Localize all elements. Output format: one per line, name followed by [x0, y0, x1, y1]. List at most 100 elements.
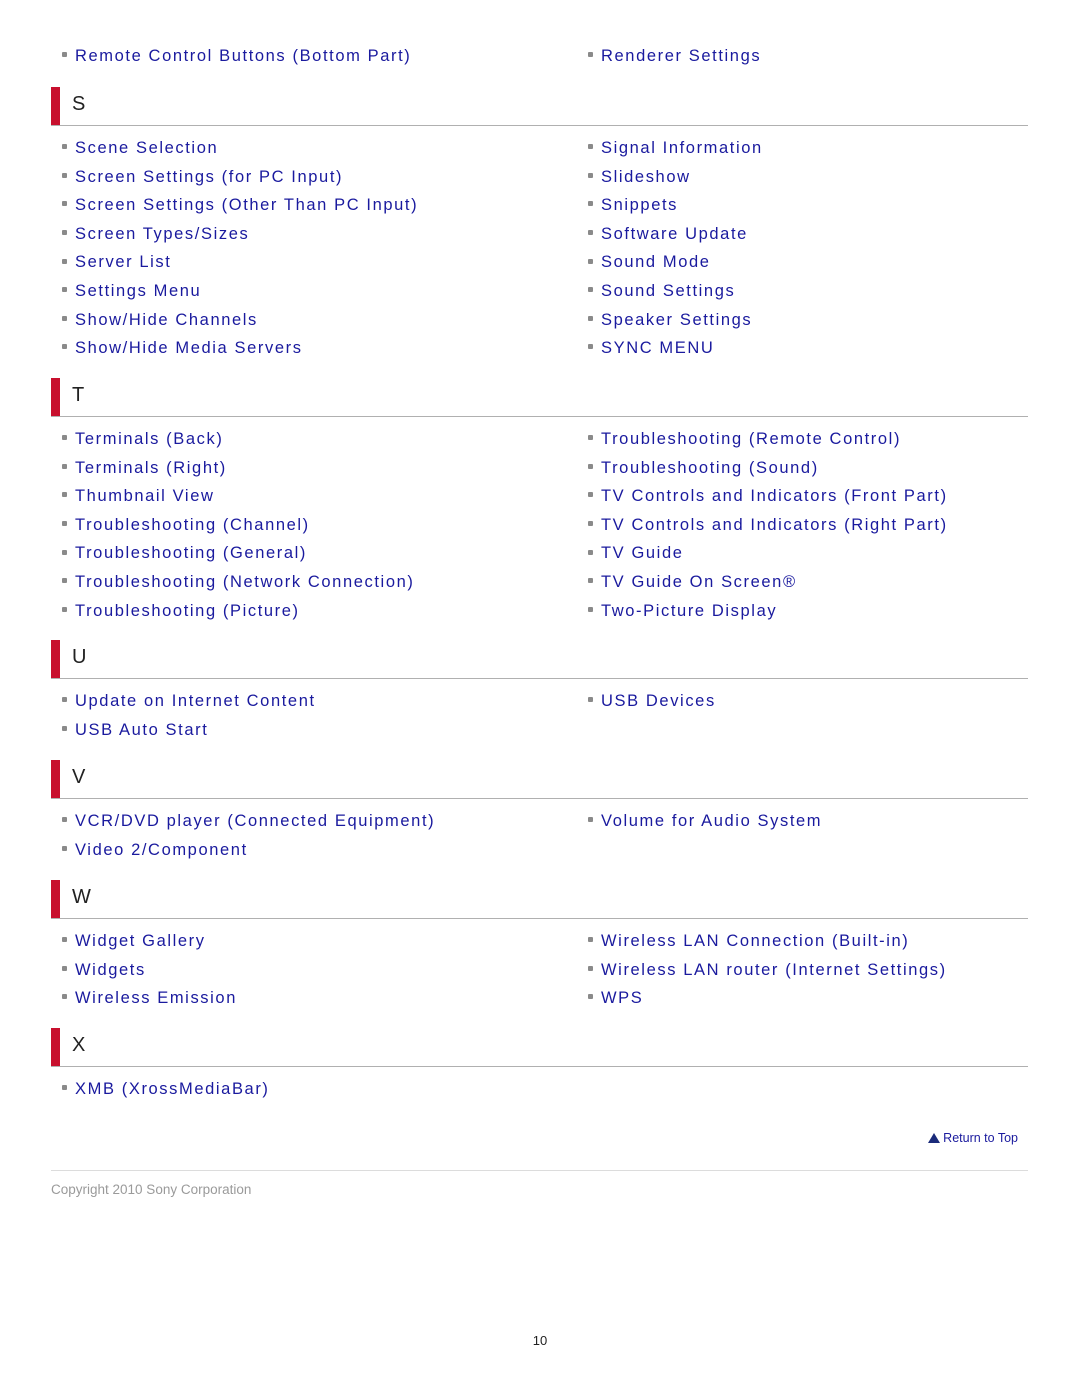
bullet-icon: [62, 697, 67, 703]
bullet-icon: [62, 817, 67, 823]
index-link[interactable]: Signal Information: [588, 134, 763, 162]
index-link[interactable]: Snippets: [588, 191, 678, 219]
index-link[interactable]: Terminals (Back): [62, 425, 223, 453]
index-link-label: TV Guide On Screen®: [601, 573, 797, 591]
index-link[interactable]: Slideshow: [588, 163, 691, 191]
index-link-label: Sound Mode: [601, 253, 711, 272]
index-link[interactable]: Troubleshooting (Picture): [62, 597, 300, 625]
bullet-icon: [588, 344, 593, 350]
bullet-icon: [62, 435, 67, 441]
section-accent-bar: [51, 880, 60, 918]
index-link[interactable]: Settings Menu: [62, 277, 201, 305]
index-link[interactable]: Wireless LAN router (Internet Settings): [588, 956, 947, 984]
bullet-icon: [62, 845, 67, 851]
index-link[interactable]: Two-Picture Display: [588, 597, 777, 625]
index-link[interactable]: Wireless Emission: [62, 984, 237, 1012]
index-link-label: SYNC MENU: [601, 339, 715, 358]
section-header-t: T: [51, 378, 1028, 417]
index-link-label: Video 2/Component: [75, 840, 248, 859]
bullet-icon: [588, 697, 593, 703]
up-triangle-icon: [928, 1133, 941, 1143]
bullet-icon: [588, 520, 593, 526]
section-header-s: S: [51, 87, 1028, 126]
index-link-label: Two-Picture Display: [601, 601, 778, 620]
index-link-label: TV Controls and Indicators (Front Part): [601, 487, 948, 506]
footer-divider: [51, 1170, 1028, 1171]
index-link[interactable]: Wireless LAN Connection (Built-in): [588, 927, 909, 955]
section-header-u: U: [51, 640, 1028, 679]
index-link[interactable]: USB Auto Start: [62, 716, 208, 744]
index-link[interactable]: Troubleshooting (Channel): [62, 511, 310, 539]
index-link[interactable]: Volume for Audio System: [588, 807, 822, 835]
index-link[interactable]: Video 2/Component: [62, 836, 248, 864]
index-link[interactable]: Troubleshooting (Remote Control): [588, 425, 901, 453]
index-link-label: Software Update: [601, 224, 748, 243]
index-link[interactable]: Scene Selection: [62, 134, 218, 162]
index-link[interactable]: SYNC MENU: [588, 334, 714, 362]
index-link-label: Signal Information: [601, 139, 763, 157]
index-link[interactable]: Troubleshooting (General): [62, 539, 307, 567]
section-header-v: V: [51, 760, 1028, 799]
bullet-icon: [588, 172, 593, 178]
section-letter: X: [72, 1034, 86, 1056]
page-number: 10: [532, 1333, 548, 1348]
index-link[interactable]: Widgets: [62, 956, 146, 984]
index-link[interactable]: Troubleshooting (Network Connection): [62, 568, 414, 596]
bullet-icon: [588, 606, 593, 612]
bullet-icon: [588, 435, 593, 441]
index-link[interactable]: Speaker Settings: [588, 306, 752, 334]
section-accent-bar: [51, 87, 60, 125]
bullet-icon: [588, 258, 593, 264]
index-link[interactable]: Software Update: [588, 220, 748, 248]
index-link[interactable]: Screen Types/Sizes: [62, 220, 249, 248]
bullet-icon: [588, 549, 593, 555]
section-accent-bar: [51, 1028, 60, 1066]
index-link[interactable]: Remote Control Buttons (Bottom Part): [62, 42, 411, 70]
index-link-label: XMB (XrossMediaBar): [75, 1080, 270, 1098]
index-link-label: Update on Internet Content: [75, 692, 316, 710]
index-link[interactable]: Server List: [62, 248, 171, 276]
index-link[interactable]: Renderer Settings: [588, 42, 761, 70]
bullet-icon: [62, 520, 67, 526]
bullet-icon: [62, 52, 67, 58]
return-to-top-label: Return to Top: [943, 1131, 1018, 1145]
index-link-label: Sound Settings: [601, 282, 736, 300]
bullet-icon: [588, 144, 593, 150]
index-link-label: Settings Menu: [75, 282, 202, 300]
section-header-w: W: [51, 880, 1028, 919]
index-link[interactable]: VCR/DVD player (Connected Equipment): [62, 807, 435, 835]
index-link[interactable]: Show/Hide Channels: [62, 306, 258, 334]
index-link-label: Snippets: [601, 196, 679, 215]
index-link[interactable]: Screen Settings (Other Than PC Input): [62, 191, 418, 219]
index-link[interactable]: TV Guide On Screen®: [588, 568, 797, 596]
index-link[interactable]: WPS: [588, 984, 643, 1012]
index-link-label: Renderer Settings: [601, 47, 762, 65]
bullet-icon: [62, 725, 67, 731]
index-link-label: Screen Types/Sizes: [75, 224, 250, 243]
index-link-label: Screen Settings (Other Than PC Input): [75, 196, 419, 215]
bullet-icon: [62, 344, 67, 350]
index-link[interactable]: Show/Hide Media Servers: [62, 334, 303, 362]
bullet-icon: [62, 578, 67, 584]
bullet-icon: [62, 994, 67, 1000]
index-link[interactable]: Sound Settings: [588, 277, 735, 305]
index-link[interactable]: XMB (XrossMediaBar): [62, 1075, 270, 1103]
bullet-icon: [588, 994, 593, 1000]
index-link[interactable]: Terminals (Right): [62, 454, 227, 482]
return-to-top-link[interactable]: Return to Top: [928, 1131, 1018, 1145]
index-link[interactable]: Screen Settings (for PC Input): [62, 163, 343, 191]
index-link[interactable]: Troubleshooting (Sound): [588, 454, 819, 482]
index-link-label: Thumbnail View: [75, 487, 215, 506]
bullet-icon: [62, 606, 67, 612]
bullet-icon: [62, 315, 67, 321]
bullet-icon: [588, 463, 593, 469]
index-link[interactable]: TV Controls and Indicators (Right Part): [588, 511, 948, 539]
index-link[interactable]: Widget Gallery: [62, 927, 206, 955]
index-link[interactable]: TV Guide: [588, 539, 684, 567]
index-link[interactable]: Update on Internet Content: [62, 687, 316, 715]
index-link[interactable]: TV Controls and Indicators (Front Part): [588, 482, 948, 510]
index-link[interactable]: Sound Mode: [588, 248, 711, 276]
index-link[interactable]: USB Devices: [588, 687, 716, 715]
index-link[interactable]: Thumbnail View: [62, 482, 215, 510]
index-link-label: Terminals (Back): [75, 430, 224, 448]
